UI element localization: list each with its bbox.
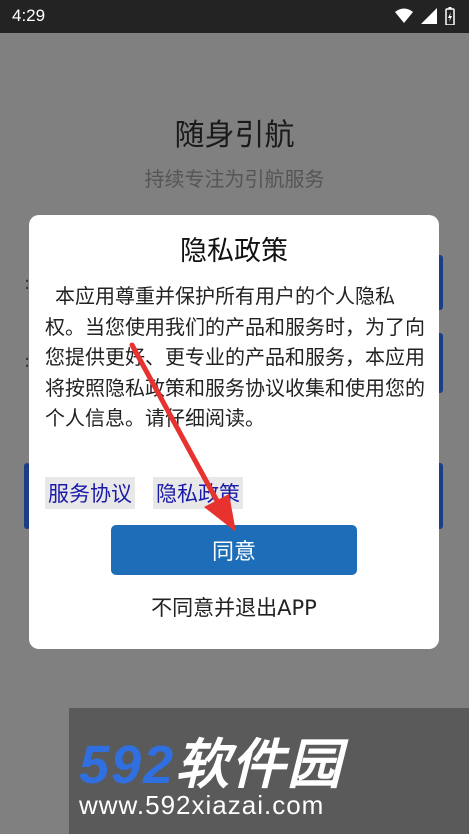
- dialog-body: 本应用尊重并保护所有用户的个人隐私权。当您使用我们的产品和服务时，为了向您提供更…: [45, 284, 425, 430]
- watermark-brand: 592软件园: [79, 735, 344, 795]
- status-bar: 4:29: [0, 0, 469, 33]
- agree-button[interactable]: 同意: [111, 525, 357, 575]
- wifi-icon: [395, 8, 413, 23]
- disagree-exit-button[interactable]: 不同意并退出APP: [29, 592, 439, 622]
- status-icons: [395, 7, 455, 25]
- app-subtitle: 持续专注为引航服务: [144, 167, 325, 191]
- app-title: 随身引航: [174, 118, 295, 153]
- watermark: 592软件园 www.592xiazai.com: [69, 708, 469, 834]
- policy-links: 服务协议 隐私政策: [45, 477, 243, 509]
- service-agreement-link[interactable]: 服务协议: [45, 477, 135, 509]
- status-time: 4:29: [12, 6, 46, 25]
- battery-icon: [445, 7, 455, 25]
- watermark-url: www.592xiazai.com: [79, 790, 325, 820]
- dialog-title: 隐私政策: [180, 236, 288, 267]
- signal-icon: [421, 8, 437, 24]
- privacy-policy-link[interactable]: 隐私政策: [153, 477, 243, 509]
- privacy-dialog: 隐私政策 本应用尊重并保护所有用户的个人隐私权。当您使用我们的产品和服务时，为了…: [29, 215, 439, 649]
